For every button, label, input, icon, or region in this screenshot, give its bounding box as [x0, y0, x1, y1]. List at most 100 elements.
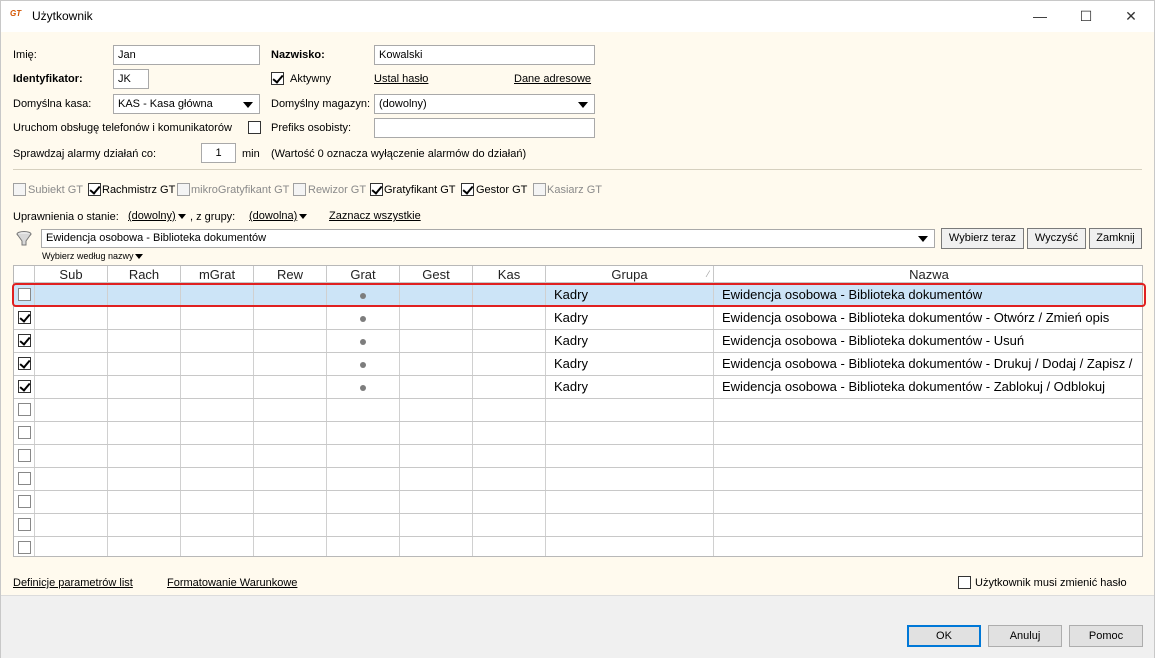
- module-cell: [254, 399, 327, 421]
- clear-button[interactable]: Wyczyść: [1027, 228, 1086, 249]
- alarms-interval-input[interactable]: 1: [201, 143, 236, 163]
- row-checkbox[interactable]: [18, 495, 31, 508]
- module-cell: [473, 307, 546, 329]
- table-row[interactable]: Kadry Ewidencja osobowa - Biblioteka doku…: [14, 284, 1142, 307]
- close-filter-button[interactable]: Zamknij: [1089, 228, 1142, 249]
- personal-prefix-input[interactable]: [374, 118, 595, 138]
- row-checkbox[interactable]: [18, 311, 31, 324]
- ok-button[interactable]: OK: [907, 625, 981, 647]
- module-cell: [254, 422, 327, 444]
- table-row[interactable]: Kadry Ewidencja osobowa - Biblioteka doku…: [14, 376, 1142, 399]
- module-cell: [108, 422, 181, 444]
- table-row[interactable]: Kadry Ewidencja osobowa - Biblioteka doku…: [14, 330, 1142, 353]
- module-cell: [254, 353, 327, 375]
- identifier-input[interactable]: JK: [113, 69, 149, 89]
- module-cell: [181, 307, 254, 329]
- funnel-icon[interactable]: [15, 230, 33, 246]
- module-cell: [400, 514, 473, 536]
- table-row[interactable]: [14, 399, 1142, 422]
- row-checkbox[interactable]: [18, 403, 31, 416]
- permission-dot-icon: [360, 362, 366, 368]
- column-header-group[interactable]: Grupa ⁄: [546, 266, 714, 283]
- table-row[interactable]: [14, 445, 1142, 468]
- column-header-rach[interactable]: Rach: [108, 266, 181, 283]
- must-change-password-label: Użytkownik musi zmienić hasło: [975, 577, 1127, 589]
- default-warehouse-select[interactable]: (dowolny): [374, 94, 595, 114]
- table-row[interactable]: [14, 537, 1142, 556]
- table-row[interactable]: [14, 491, 1142, 514]
- group-cell: Kadry: [546, 284, 714, 306]
- app-logo-icon: GT: [10, 9, 22, 18]
- grat-cell: [327, 468, 400, 490]
- row-checkbox[interactable]: [18, 380, 31, 393]
- first-name-input[interactable]: Jan: [113, 45, 260, 65]
- module-cell: [181, 468, 254, 490]
- module-subiekt-label: Subiekt GT: [28, 184, 84, 196]
- column-header-name[interactable]: Nazwa: [714, 266, 1142, 283]
- list-params-link[interactable]: Definicje parametrów list: [13, 577, 133, 589]
- permissions-state-dropdown[interactable]: (dowolny): [128, 210, 186, 222]
- row-checkbox[interactable]: [18, 334, 31, 347]
- select-all-link[interactable]: Zaznacz wszystkie: [329, 210, 421, 222]
- table-row[interactable]: Kadry Ewidencja osobowa - Biblioteka doku…: [14, 353, 1142, 376]
- module-rewizor-checkbox[interactable]: [293, 183, 306, 196]
- column-header-rew[interactable]: Rew: [254, 266, 327, 283]
- cancel-button[interactable]: Anuluj: [988, 625, 1062, 647]
- row-checkbox[interactable]: [18, 449, 31, 462]
- choose-by-name-dropdown[interactable]: Wybierz według nazwy: [42, 251, 144, 261]
- set-password-link[interactable]: Ustal hasło: [374, 73, 428, 85]
- module-gestor-checkbox[interactable]: [461, 183, 474, 196]
- module-cell: [473, 537, 546, 556]
- module-mikrogratyfikant-checkbox[interactable]: [177, 183, 190, 196]
- module-kasiarz-checkbox[interactable]: [533, 183, 546, 196]
- row-checkbox[interactable]: [18, 426, 31, 439]
- module-cell: [35, 514, 108, 536]
- column-header-grat[interactable]: Grat: [327, 266, 400, 283]
- column-header-sub[interactable]: Sub: [35, 266, 108, 283]
- row-checkbox[interactable]: [18, 288, 31, 301]
- module-cell: [400, 491, 473, 513]
- column-header-mgrat[interactable]: mGrat: [181, 266, 254, 283]
- module-cell: [473, 445, 546, 467]
- module-cell: [254, 330, 327, 352]
- permission-name-combobox[interactable]: Ewidencja osobowa - Biblioteka dokumentó…: [41, 229, 935, 248]
- phone-service-checkbox[interactable]: [248, 121, 261, 134]
- table-row[interactable]: Kadry Ewidencja osobowa - Biblioteka doku…: [14, 307, 1142, 330]
- active-checkbox[interactable]: [271, 72, 284, 85]
- row-check-cell: [14, 514, 35, 536]
- address-data-link[interactable]: Dane adresowe: [514, 73, 591, 85]
- table-row[interactable]: [14, 514, 1142, 537]
- module-cell: [181, 514, 254, 536]
- column-header-kas[interactable]: Kas: [473, 266, 546, 283]
- choose-now-button[interactable]: Wybierz teraz: [941, 228, 1024, 249]
- minimize-button[interactable]: —: [1017, 1, 1063, 32]
- module-subiekt-checkbox[interactable]: [13, 183, 26, 196]
- close-button[interactable]: ✕: [1108, 1, 1154, 32]
- table-row[interactable]: [14, 468, 1142, 491]
- module-cell: [254, 491, 327, 513]
- permissions-group-dropdown[interactable]: (dowolna): [249, 210, 308, 222]
- table-row[interactable]: [14, 422, 1142, 445]
- row-checkbox[interactable]: [18, 518, 31, 531]
- chevron-down-icon: [135, 254, 144, 260]
- column-header-gest[interactable]: Gest: [400, 266, 473, 283]
- maximize-button[interactable]: ☐: [1063, 1, 1109, 32]
- row-check-cell: [14, 307, 35, 329]
- conditional-format-link[interactable]: Formatowanie Warunkowe: [167, 577, 297, 589]
- help-button[interactable]: Pomoc: [1069, 625, 1143, 647]
- row-check-cell: [14, 376, 35, 398]
- row-checkbox[interactable]: [18, 357, 31, 370]
- last-name-input[interactable]: Kowalski: [374, 45, 595, 65]
- grat-cell: [327, 491, 400, 513]
- default-cash-select[interactable]: KAS - Kasa główna: [113, 94, 260, 114]
- column-header-group-label: Grupa: [611, 267, 648, 282]
- module-cell: [400, 376, 473, 398]
- row-checkbox[interactable]: [18, 472, 31, 485]
- row-checkbox[interactable]: [18, 541, 31, 554]
- module-gratyfikant-checkbox[interactable]: [370, 183, 383, 196]
- module-rachmistrz-checkbox[interactable]: [88, 183, 101, 196]
- must-change-password-checkbox[interactable]: [958, 576, 971, 589]
- group-cell: [546, 537, 714, 556]
- row-check-cell: [14, 468, 35, 490]
- module-cell: [35, 491, 108, 513]
